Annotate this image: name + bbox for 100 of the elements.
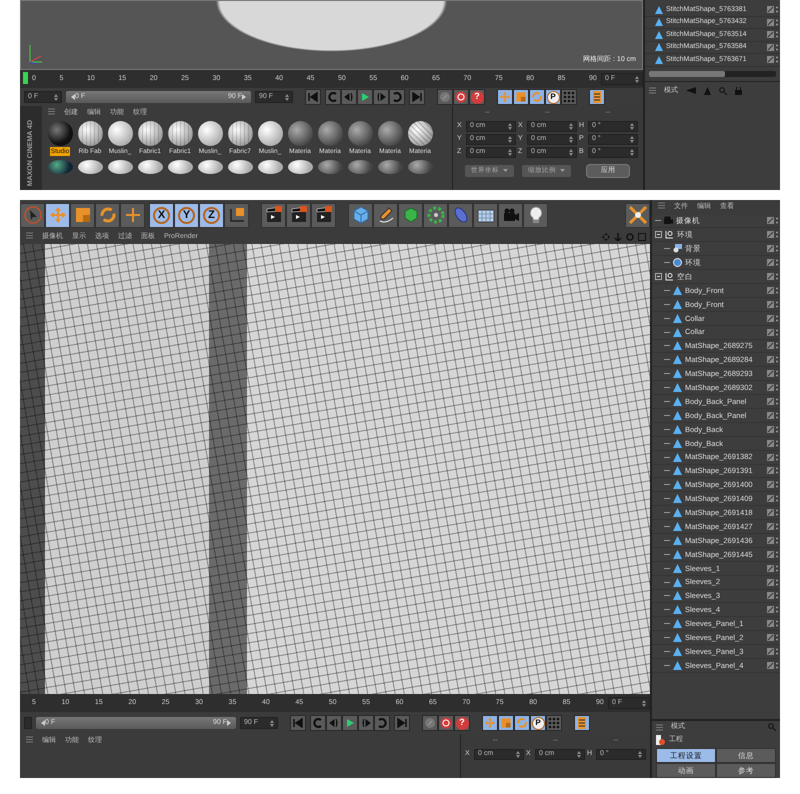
axis-lock-button[interactable]: Z: [199, 202, 224, 228]
material-preview-icon[interactable]: [228, 160, 252, 174]
next-frame-icon: [375, 91, 387, 103]
frame-field[interactable]: [24, 717, 32, 729]
dolly-icon: [614, 233, 622, 241]
rotate-button[interactable]: [529, 89, 545, 105]
material-preview-icon[interactable]: [288, 120, 312, 146]
skip-end-button[interactable]: [409, 89, 425, 105]
rotate-button[interactable]: [95, 202, 120, 228]
loop-back-button[interactable]: [310, 715, 326, 731]
record-button[interactable]: [453, 89, 469, 105]
move-button[interactable]: [45, 202, 70, 228]
material-preview-icon[interactable]: [258, 120, 282, 146]
film-strip-button[interactable]: [574, 715, 590, 731]
cube-button[interactable]: [348, 202, 373, 228]
layer-toggle-icon: [767, 454, 774, 461]
back-arrow-icon: [686, 87, 696, 94]
pointer-button[interactable]: [20, 202, 45, 228]
dot-grid-button[interactable]: [546, 715, 562, 731]
left-arrow-icon: [41, 720, 45, 726]
loop-forward-button[interactable]: [374, 715, 390, 731]
material-preview-icon[interactable]: [318, 160, 342, 174]
material-preview-icon[interactable]: [138, 120, 162, 146]
help-button[interactable]: ?: [469, 89, 485, 105]
clapperboard-button[interactable]: [261, 202, 286, 228]
material-preview-icon[interactable]: [348, 120, 372, 146]
key-button[interactable]: [422, 715, 438, 731]
material-preview-icon[interactable]: [228, 120, 252, 146]
pan-icon: [602, 233, 610, 241]
scale-button[interactable]: [70, 202, 95, 228]
axis-lock-button[interactable]: Y: [174, 202, 199, 228]
material-preview-icon[interactable]: [198, 120, 222, 146]
left-arrow-icon: [71, 94, 75, 100]
skip-end-icon: [411, 91, 423, 103]
material-preview-icon[interactable]: [288, 160, 312, 174]
deformer-cube-button[interactable]: [398, 202, 423, 228]
parameter-button[interactable]: P: [530, 715, 546, 731]
material-preview-icon[interactable]: [408, 120, 432, 146]
cloner-button[interactable]: [423, 202, 448, 228]
next-frame-icon: [360, 717, 372, 729]
scale-button[interactable]: [498, 715, 514, 731]
rotate-button[interactable]: [514, 715, 530, 731]
material-preview-icon[interactable]: [78, 120, 102, 146]
move-button[interactable]: [482, 715, 498, 731]
clapperboard-button[interactable]: [286, 202, 311, 228]
material-preview-icon[interactable]: [168, 120, 192, 146]
spinner-icon: [577, 750, 581, 758]
caret-icon: [560, 169, 565, 172]
film-strip-button[interactable]: [589, 89, 605, 105]
move-icon: [484, 717, 496, 729]
skip-start-button[interactable]: [290, 715, 306, 731]
film-strip-icon: [591, 91, 603, 103]
record-button[interactable]: [438, 715, 454, 731]
material-preview-icon[interactable]: [138, 160, 162, 174]
layer-toggle-icon: [767, 328, 774, 336]
move-button[interactable]: [497, 89, 513, 105]
loop-back-button[interactable]: [325, 89, 341, 105]
play-button[interactable]: [342, 715, 358, 731]
material-preview-icon[interactable]: [108, 120, 132, 146]
null-object-icon: [665, 230, 674, 240]
material-preview-icon[interactable]: [378, 120, 402, 146]
layer-toggle-icon: [767, 426, 774, 433]
layer-toggle-icon: [767, 245, 774, 252]
material-preview-icon[interactable]: [348, 160, 372, 174]
skip-end-button[interactable]: [394, 715, 410, 731]
light-bulb-button[interactable]: [523, 202, 548, 228]
material-preview-icon[interactable]: [168, 160, 192, 174]
material-preview-icon[interactable]: [378, 160, 402, 174]
viewport-expand-button[interactable]: [625, 202, 650, 228]
pen-button[interactable]: [373, 202, 398, 228]
layer-toggle-icon: [767, 217, 774, 224]
key-button[interactable]: [437, 89, 453, 105]
material-preview-icon[interactable]: [198, 160, 222, 174]
material-preview-icon[interactable]: [318, 120, 342, 146]
axis-cube-button[interactable]: [224, 202, 249, 228]
dot-grid-button[interactable]: [561, 89, 577, 105]
material-preview-icon[interactable]: [48, 160, 72, 174]
material-preview-icon[interactable]: [258, 160, 282, 174]
layer-toggle-icon: [767, 495, 774, 502]
clapperboard-button[interactable]: [311, 202, 336, 228]
scrollbar[interactable]: [649, 70, 776, 76]
material-preview-icon[interactable]: [78, 160, 102, 174]
collapse-icon: [655, 231, 662, 238]
cube-icon: [352, 206, 370, 224]
help-button[interactable]: ?: [454, 715, 470, 731]
plus-button[interactable]: [120, 202, 145, 228]
loop-forward-button[interactable]: [389, 89, 405, 105]
material-preview-icon[interactable]: [408, 160, 432, 174]
axis-lock-button[interactable]: X: [149, 202, 174, 228]
floor-grid-button[interactable]: [473, 202, 498, 228]
skip-start-button[interactable]: [305, 89, 321, 105]
parameter-button[interactable]: P: [545, 89, 561, 105]
play-button[interactable]: [357, 89, 373, 105]
spinner-icon: [285, 94, 289, 100]
spinner-icon: [630, 148, 634, 156]
layer-toggle-icon: [767, 314, 774, 322]
material-preview-icon[interactable]: [108, 160, 132, 174]
grip-icon: [656, 724, 663, 730]
spinner-icon: [516, 750, 520, 758]
scale-button[interactable]: [513, 89, 529, 105]
